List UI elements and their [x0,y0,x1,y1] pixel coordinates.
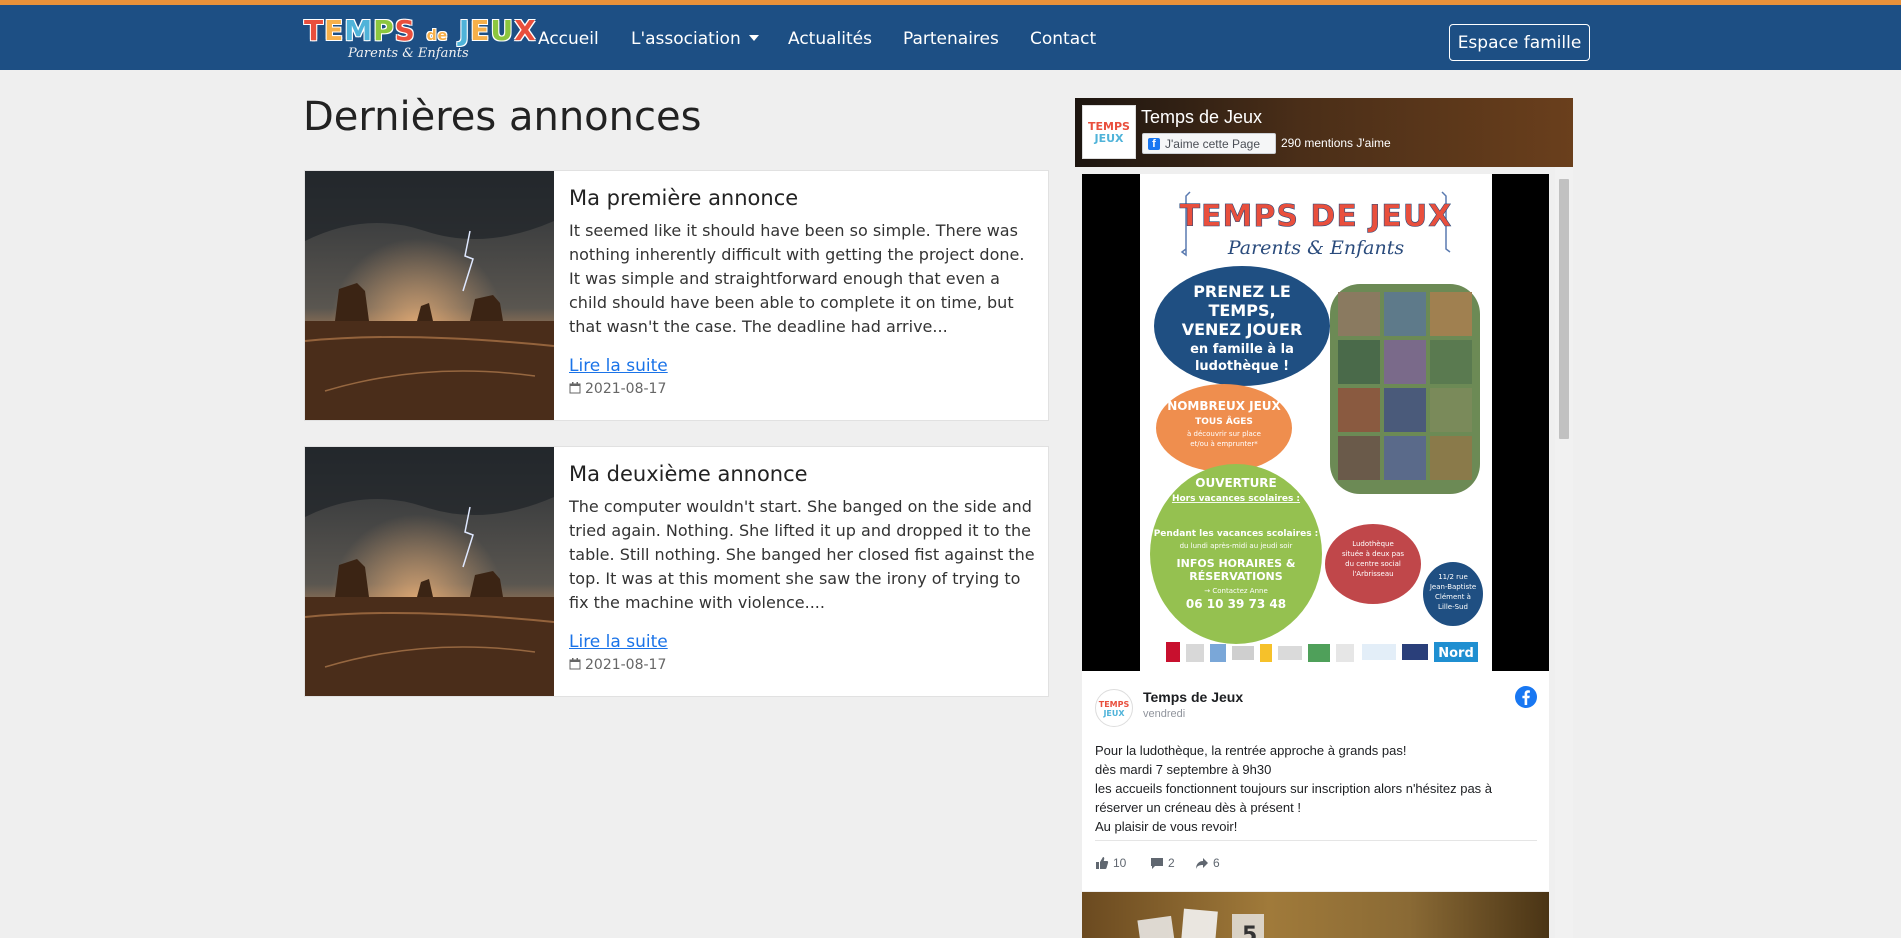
facebook-like-label: J'aime cette Page [1165,137,1261,151]
post-excerpt: The computer wouldn't start. She banged … [569,497,1035,612]
poster-opening-line2: Pendant les vacances scolaires : [1154,529,1319,539]
poster-title: TEMPS DE JEUX [1180,199,1453,234]
facebook-like-count: 290 mentions J'aime [1281,136,1391,150]
read-more-link[interactable]: Lire la suite [569,356,668,376]
espace-famille-button[interactable]: Espace famille [1449,24,1590,61]
poster-location-line1: Ludothèque [1352,540,1394,548]
poster-games-ages: TOUS ÂGES [1195,415,1253,427]
post-excerpt: It seemed like it should have been so si… [569,221,1025,336]
facebook-logo-icon[interactable] [1514,685,1538,709]
comments-count[interactable]: 2 [1150,856,1175,870]
scrollbar-thumb[interactable] [1559,179,1569,439]
poster-address-line3: Clément à [1435,593,1471,601]
nav-association[interactable]: L'association [631,29,759,49]
poster-location-line2: située à deux pas [1342,550,1404,558]
reactions-count[interactable]: 10 [1095,856,1126,870]
comments-value: 2 [1168,856,1175,870]
chevron-down-icon [748,35,759,41]
poster-headline-3: VENEZ JOUER [1182,320,1303,339]
shares-value: 6 [1213,856,1220,870]
brand-subtitle: Parents & Enfants [348,46,469,61]
facebook-page-name[interactable]: Temps de Jeux [1141,107,1262,128]
nav-association-label: L'association [631,29,741,49]
poster-games-line2: et/ou à emprunter* [1190,440,1258,448]
post-message-line: Au plaisir de vous revoir! [1095,819,1238,834]
next-post-image[interactable]: 5 [1082,892,1549,938]
facebook-page-logo[interactable]: TEMPS JEUX [1082,105,1136,159]
facebook-page-header: TEMPS JEUX Temps de Jeux f J'aime cette Pa… [1075,98,1573,167]
scrollbar[interactable] [1555,167,1573,938]
poster-headline-5: ludothèque ! [1195,359,1289,374]
poster-games-title: NOMBREUX JEUX [1167,399,1281,413]
post-date: 2021-08-17 [569,381,666,397]
nav-actualites[interactable]: Actualités [788,29,872,49]
brand-logo[interactable]: TEMPS de JEUX Parents & Enfants [304,16,536,66]
post-author-name[interactable]: Temps de Jeux [1143,689,1243,705]
svg-text:JEUX: JEUX [1102,709,1125,718]
poster-games-line1: à découvrir sur place [1187,430,1261,438]
post-image[interactable] [305,447,554,696]
post-message-line: dès mardi 7 septembre à 9h30 [1095,762,1272,777]
poster-address-line2: Jean-Baptiste [1429,583,1476,591]
post-message-line: réserver un créneau dès à présent ! [1095,800,1301,815]
poster-opening-title: OUVERTURE [1195,476,1277,490]
poster-opening-line3: du lundi après-midi au jeudi soir [1180,542,1293,550]
post-title[interactable]: Ma première annonce [569,186,798,210]
facebook-post: TEMPS DE JEUX Parents & Enfants PRENEZ L… [1082,174,1549,891]
post-date: 2021-08-17 [569,657,666,673]
navbar: TEMPS de JEUX Parents & Enfants Accueil … [0,5,1901,70]
poster-infos-line1: INFOS HORAIRES & [1177,557,1296,570]
nav-contact[interactable]: Contact [1030,29,1096,49]
nav-partenaires[interactable]: Partenaires [903,29,999,49]
page-title: Dernières annonces [303,94,702,140]
poster-headline-1: PRENEZ LE [1193,282,1291,301]
post-message-line: Pour la ludothèque, la rentrée approche … [1095,743,1407,758]
comment-icon [1151,858,1163,869]
poster-address-line4: Lille-Sud [1438,603,1468,611]
poster-location-line4: l'Arbrisseau [1352,570,1393,578]
poster-partner-logo: Nord [1438,646,1474,661]
divider [1095,840,1537,841]
calendar-icon [569,658,581,670]
poster-infos-phone: 06 10 39 73 48 [1186,597,1286,611]
thumbs-up-icon [1096,857,1109,869]
poster-infos-line2: RÉSERVATIONS [1189,570,1282,583]
post-media[interactable]: TEMPS DE JEUX Parents & Enfants PRENEZ L… [1082,174,1549,671]
post-title[interactable]: Ma deuxième annonce [569,462,808,486]
poster-opening-line1: Hors vacances scolaires : [1172,494,1300,504]
post-image[interactable] [305,171,554,420]
post-date-text: 2021-08-17 [585,657,667,673]
poster-infos-line3: → Contactez Anne [1204,587,1268,595]
post-message: Pour la ludothèque, la rentrée approche … [1095,741,1535,836]
svg-text:TEMPS: TEMPS [1099,700,1130,709]
post-author-avatar[interactable]: TEMPS JEUX [1095,689,1133,727]
post-card: Ma première annonce It seemed like it sh… [304,170,1049,421]
read-more-link[interactable]: Lire la suite [569,632,668,652]
facebook-feed: TEMPS DE JEUX Parents & Enfants PRENEZ L… [1075,167,1573,938]
reactions-value: 10 [1113,856,1127,870]
nav-accueil[interactable]: Accueil [538,29,599,49]
poster-image: TEMPS DE JEUX Parents & Enfants PRENEZ L… [1140,174,1492,671]
post-date-text: 2021-08-17 [585,381,667,397]
poster-subtitle: Parents & Enfants [1227,237,1405,259]
poster-address-line1: 11/2 rue [1438,573,1468,581]
post-card: Ma deuxième annonce The computer wouldn'… [304,446,1049,697]
post-timestamp[interactable]: vendredi [1143,708,1185,720]
facebook-like-button[interactable]: f J'aime cette Page [1142,133,1276,154]
poster-headline-4: en famille à la [1190,342,1294,357]
calendar-icon [569,382,581,394]
facebook-icon: f [1148,138,1160,150]
shares-count[interactable]: 6 [1195,856,1220,870]
poster-location-line3: du centre social [1345,560,1401,568]
poster-headline-2: TEMPS, [1208,301,1275,320]
share-icon [1196,858,1208,869]
post-message-line: les accueils fonctionnent toujours sur i… [1095,781,1493,796]
svg-text:5: 5 [1242,923,1257,938]
svg-text:JEUX: JEUX [1093,132,1124,145]
